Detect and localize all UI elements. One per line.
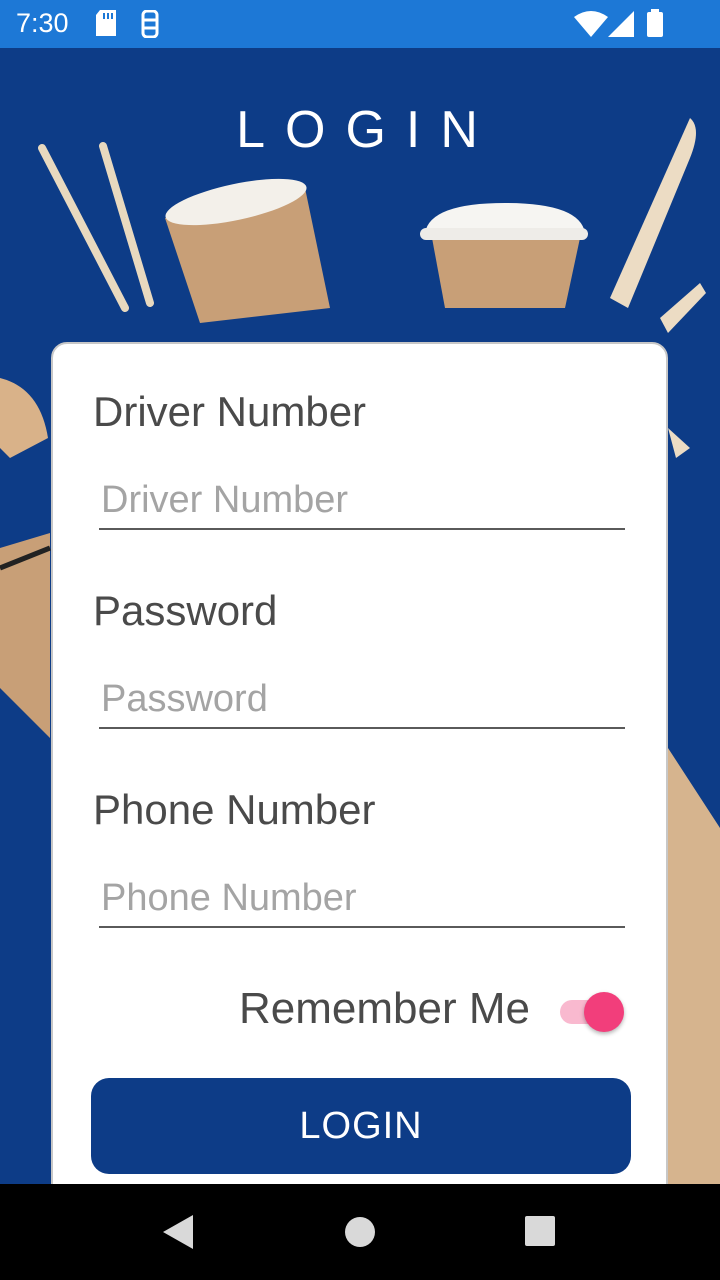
page-title: LOGIN: [236, 101, 498, 159]
navigation-bar: [0, 1184, 720, 1280]
recents-icon[interactable]: [525, 1216, 555, 1246]
wifi-icon: [574, 11, 608, 37]
status-bar: 7:30: [0, 0, 720, 48]
home-icon[interactable]: [344, 1216, 376, 1248]
login-screen: LOGIN Driver Number Password Phone Numbe…: [0, 48, 720, 1184]
phone-number-input[interactable]: [99, 870, 625, 928]
toggle-thumb: [584, 992, 624, 1032]
login-form-card: Driver Number Password Phone Number Reme…: [51, 342, 668, 1184]
remember-me-label: Remember Me: [239, 984, 530, 1033]
battery-icon: [647, 9, 663, 37]
login-button[interactable]: LOGIN: [91, 1078, 631, 1174]
signal-icon: [608, 11, 634, 37]
phone-number-label: Phone Number: [93, 786, 376, 833]
remember-me-toggle[interactable]: [560, 990, 624, 1032]
driver-number-input[interactable]: [99, 472, 625, 530]
sd-card-icon: [96, 10, 116, 36]
back-icon[interactable]: [163, 1215, 193, 1249]
driver-number-label: Driver Number: [93, 388, 367, 435]
password-label: Password: [93, 587, 278, 634]
password-input[interactable]: [99, 671, 625, 729]
nfc-icon: [141, 10, 159, 38]
status-time: 7:30: [16, 8, 69, 38]
